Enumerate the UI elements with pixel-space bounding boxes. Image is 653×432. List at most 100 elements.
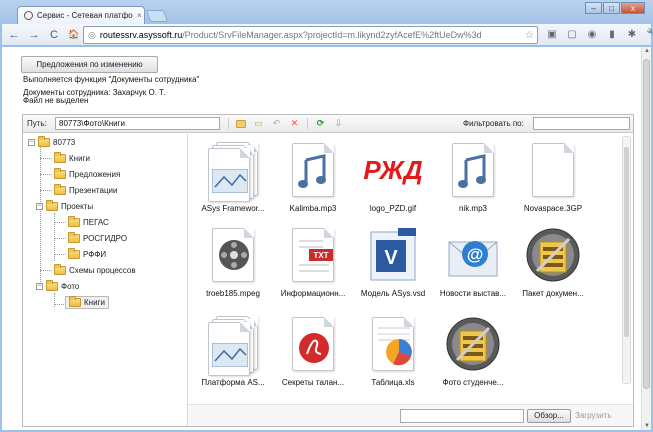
upload-folder-icon[interactable]: ▭: [253, 118, 264, 129]
file-item[interactable]: Пакет докумен...: [513, 225, 593, 305]
back-button[interactable]: ←: [8, 29, 20, 41]
video-file-icon: [203, 225, 263, 285]
extension-icons: ▣ ▢ ◉ ▮ ✱ 🔧: [546, 29, 653, 41]
browser-tab[interactable]: Сервис - Сетевая платфор ×: [17, 6, 145, 24]
download-icon[interactable]: ⇩: [333, 118, 344, 129]
file-name: Таблица.xls: [371, 378, 415, 387]
file-item[interactable]: Секреты талан...: [273, 314, 353, 394]
undo-icon[interactable]: ↶: [271, 118, 282, 129]
forward-button[interactable]: →: [28, 29, 40, 41]
tree-node-proposals[interactable]: Предложения: [54, 168, 120, 179]
upload-file-input[interactable]: [400, 409, 524, 423]
extension-3-icon[interactable]: ✱: [626, 29, 638, 41]
pdf-file-icon: [283, 314, 343, 374]
browser-toolbar: ← → C 🏠 ◎ routessrv.asyssoft.ru/Product/…: [2, 24, 653, 46]
extension-1-icon[interactable]: ▣: [546, 29, 558, 41]
url-path: /Product/SrvFileManager.aspx?projectId=m…: [182, 30, 482, 40]
wrench-icon[interactable]: 🔧: [646, 29, 653, 41]
visio-file-icon: V: [363, 225, 423, 285]
address-bar[interactable]: ◎ routessrv.asyssoft.ru/Product/SrvFileM…: [83, 26, 538, 44]
tree-node-projects[interactable]: − Проекты: [36, 200, 93, 211]
tree-node-presentations[interactable]: Презентации: [54, 184, 117, 195]
filter-label: Фильтровать по:: [463, 119, 524, 128]
filter-input[interactable]: [533, 117, 630, 130]
page-scroll-thumb[interactable]: [643, 59, 650, 389]
home-button[interactable]: 🏠: [68, 29, 80, 40]
tree-node-label: РФФИ: [83, 250, 107, 259]
scroll-thumb[interactable]: [624, 147, 629, 337]
tree-node-root[interactable]: − 80773: [28, 136, 75, 147]
file-item[interactable]: nik.mp3: [433, 140, 513, 220]
new-folder-icon[interactable]: [236, 119, 246, 128]
scroll-down-icon[interactable]: ▼: [643, 423, 651, 429]
browse-button[interactable]: Обзор...: [527, 409, 571, 423]
tree-node-photo[interactable]: − Фото: [36, 280, 80, 291]
file-item[interactable]: Фото студенче...: [433, 314, 513, 394]
file-item[interactable]: Kalimba.mp3: [273, 140, 353, 220]
tree-node-label: Книги: [84, 298, 105, 307]
file-item[interactable]: V Модель ASys.vsd: [353, 225, 433, 305]
file-name: Платформа AS...: [201, 378, 265, 387]
maximize-button[interactable]: □: [603, 2, 620, 14]
file-name: Новости выстав...: [439, 289, 507, 298]
toolbar-icons: ▭ ↶ ✕ ⟳ ⇩: [228, 118, 344, 129]
collapse-toggle-icon[interactable]: −: [36, 203, 43, 210]
page-scrollbar[interactable]: ▲ ▼: [641, 47, 651, 430]
tree-node-rffi[interactable]: РФФИ: [68, 248, 107, 259]
tree-node-rosgidro[interactable]: РОСГИДРО: [68, 232, 128, 243]
tree-line: [40, 174, 52, 175]
scroll-up-icon[interactable]: ▲: [643, 48, 651, 54]
tree-node-books[interactable]: Книги: [54, 152, 90, 163]
extension-2-icon[interactable]: ◉: [586, 29, 598, 41]
tree-line: [54, 238, 66, 239]
function-status-text: Выполняется функция "Документы сотрудник…: [23, 75, 200, 84]
file-item[interactable]: @ Новости выстав...: [433, 225, 513, 305]
upload-button[interactable]: Загрузить: [575, 411, 612, 420]
tree-node-photo-books[interactable]: Книги: [65, 296, 109, 309]
file-item[interactable]: Платформа AS...: [193, 314, 273, 394]
tab-close-icon[interactable]: ×: [137, 11, 142, 20]
file-item[interactable]: TXT Информационн...: [273, 225, 353, 305]
window-controls: – □ x: [585, 2, 645, 14]
file-item[interactable]: troeb185.mpeg: [193, 225, 273, 305]
file-name: Пакет докумен...: [522, 289, 584, 298]
page-content: Предложения по изменению Выполняется фун…: [2, 47, 640, 430]
page-menu-icon[interactable]: ▢: [566, 29, 578, 41]
bookmark-star-icon[interactable]: ☆: [525, 30, 534, 41]
file-name: Kalimba.mp3: [289, 204, 337, 213]
page-viewport: Предложения по изменению Выполняется фун…: [2, 47, 651, 430]
folder-icon: [68, 248, 80, 259]
collapse-toggle-icon[interactable]: −: [28, 139, 35, 146]
collapse-toggle-icon[interactable]: −: [36, 283, 43, 290]
folder-tree: − 80773 Книги Предложения Презентации − …: [23, 134, 188, 426]
txt-file-icon: TXT: [283, 225, 343, 285]
tree-node-label: РОСГИДРО: [83, 234, 128, 243]
audio-file-icon: [283, 140, 343, 200]
suggest-changes-button[interactable]: Предложения по изменению: [21, 56, 158, 73]
refresh-icon[interactable]: ⟳: [315, 118, 326, 129]
file-item[interactable]: Novaspace.3GP: [513, 140, 593, 220]
file-grid-scrollbar[interactable]: [622, 136, 631, 384]
file-manager: Путь: ▭ ↶ ✕ ⟳ ⇩ Фильтровать по:: [22, 114, 634, 427]
file-item[interactable]: Таблица.xls: [353, 314, 433, 394]
image-doc-icon: [203, 314, 263, 376]
file-name: Информационн...: [280, 289, 346, 298]
stats-icon[interactable]: ▮: [606, 29, 618, 41]
tree-node-label: Фото: [61, 282, 80, 291]
new-tab-button[interactable]: [145, 10, 169, 22]
file-name: Novaspace.3GP: [523, 204, 583, 213]
tree-node-pegas[interactable]: ПЕГАС: [68, 216, 109, 227]
file-item[interactable]: РЖД logo_PZD.gif: [353, 140, 433, 220]
path-input[interactable]: [55, 117, 220, 130]
browser-window: Сервис - Сетевая платфор × – □ x ← → C 🏠…: [0, 0, 653, 432]
reload-button[interactable]: C: [48, 29, 60, 41]
close-window-button[interactable]: x: [621, 2, 645, 14]
minimize-button[interactable]: –: [585, 2, 602, 14]
globe-icon: ◎: [88, 29, 96, 40]
delete-icon[interactable]: ✕: [289, 118, 300, 129]
file-grid: ASys Framewor... Kalimba.mp3 РЖД logo_PZ…: [189, 134, 633, 404]
tree-node-process-schemes[interactable]: Схемы процессов: [54, 264, 136, 275]
file-status-text: Файл не выделен: [23, 96, 89, 105]
file-item[interactable]: ASys Framewor...: [193, 140, 273, 220]
url-host: routessrv.asyssoft.ru: [99, 30, 183, 40]
